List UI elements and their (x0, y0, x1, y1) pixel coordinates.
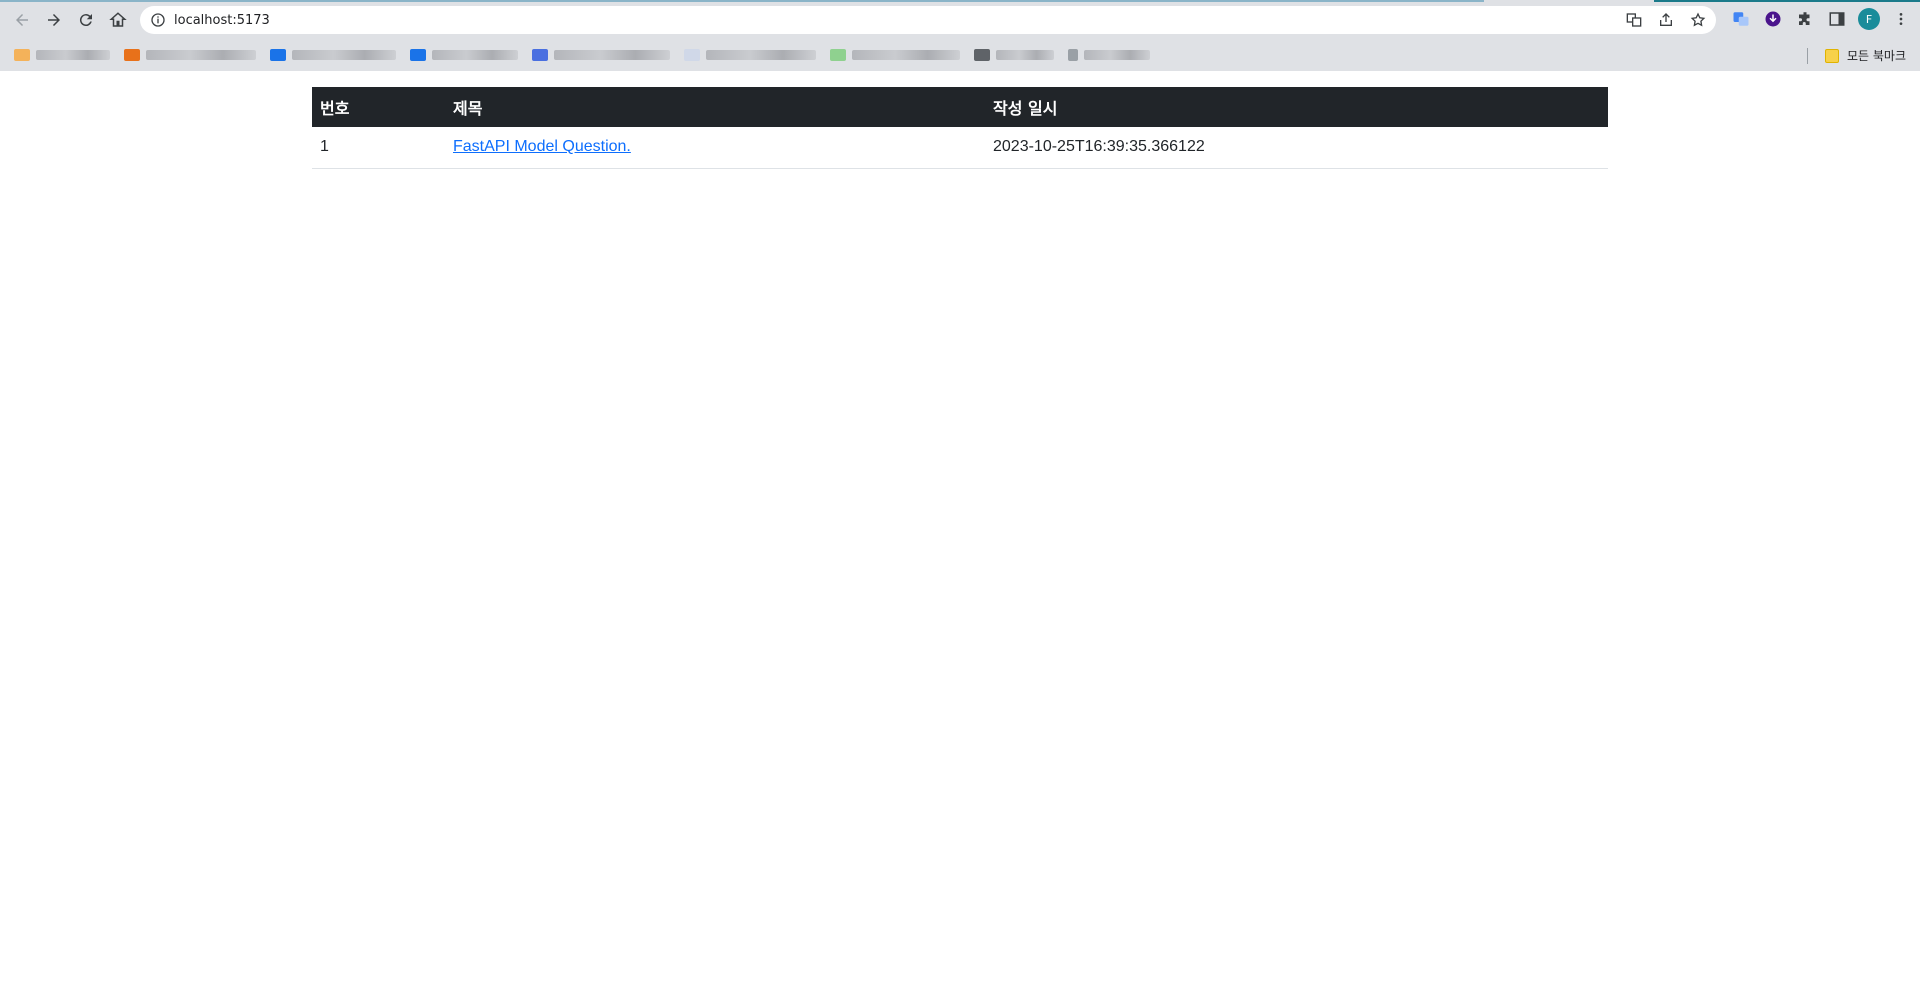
question-link[interactable]: FastAPI Model Question. (453, 138, 631, 155)
address-bar[interactable]: localhost:5173 (140, 6, 1716, 34)
home-button[interactable] (102, 4, 134, 36)
bookmark-favicon-icon (410, 49, 426, 61)
home-icon (109, 12, 127, 27)
row-number: 1 (312, 127, 445, 169)
table-row: 1 FastAPI Model Question. 2023-10-25T16:… (312, 127, 1608, 169)
forward-button[interactable] (38, 4, 70, 36)
row-title-cell: FastAPI Model Question. (445, 127, 985, 169)
header-title: 제목 (453, 99, 483, 118)
bookmark-item[interactable] (684, 48, 816, 62)
more-menu-icon[interactable] (1890, 8, 1912, 30)
back-button[interactable] (6, 4, 38, 36)
info-icon[interactable] (150, 12, 166, 28)
puzzle-extensions-icon[interactable] (1794, 8, 1816, 30)
bookmark-favicon-icon (974, 49, 990, 61)
bookmark-favicon-icon (1068, 49, 1078, 61)
side-panel-icon[interactable] (1826, 8, 1848, 30)
bookmark-item[interactable] (1068, 48, 1150, 62)
table-header: 번호 제목 작성 일시 (312, 87, 1608, 127)
browser-chrome: localhost:5173 F 모든 북마크 (0, 0, 1920, 71)
question-list-container: 번호 제목 작성 일시 1 FastAPI Model Question. 20… (312, 87, 1608, 169)
forward-arrow-icon (48, 14, 60, 26)
bookmark-favicon-icon (270, 49, 286, 61)
bookmark-label-blurred (432, 50, 518, 60)
bookmark-star-icon[interactable] (1688, 10, 1708, 30)
bookmark-label-blurred (852, 50, 960, 60)
bookmark-label-blurred (706, 50, 816, 60)
bookmarks-divider (1807, 48, 1808, 64)
row-created: 2023-10-25T16:39:35.366122 (985, 127, 1608, 169)
folder-icon (1824, 48, 1839, 63)
all-bookmarks-label: 모든 북마크 (1846, 49, 1906, 63)
bookmark-label-blurred (996, 50, 1054, 60)
address-bar-actions (1624, 10, 1708, 30)
question-table: 번호 제목 작성 일시 1 FastAPI Model Question. 20… (312, 87, 1608, 169)
share-icon[interactable] (1656, 10, 1676, 30)
bookmark-favicon-icon (532, 49, 548, 61)
browser-toolbar: localhost:5173 F (0, 2, 1920, 38)
bookmark-item[interactable] (974, 48, 1054, 62)
header-created: 작성 일시 (993, 99, 1058, 118)
bookmark-item[interactable] (532, 48, 670, 62)
bookmark-favicon-icon (14, 49, 30, 61)
table-body: 1 FastAPI Model Question. 2023-10-25T16:… (312, 127, 1608, 169)
bookmark-favicon-icon (124, 49, 140, 61)
reload-button[interactable] (70, 4, 102, 36)
bookmark-label-blurred (554, 50, 670, 60)
table-header-row: 번호 제목 작성 일시 (312, 87, 1608, 127)
bookmarks-bar: 모든 북마크 (0, 40, 1920, 70)
reload-icon (79, 14, 92, 27)
header-number: 번호 (320, 99, 350, 118)
bookmark-label-blurred (292, 50, 396, 60)
bookmark-favicon-icon (684, 49, 700, 61)
bookmark-label-blurred (146, 50, 256, 60)
back-arrow-icon (16, 14, 28, 26)
bookmark-item[interactable] (410, 48, 518, 62)
bookmark-label-blurred (1084, 50, 1150, 60)
bookmark-item[interactable] (14, 48, 110, 62)
bookmark-item[interactable] (124, 48, 256, 62)
all-bookmarks-folder[interactable]: 모든 북마크 (1824, 47, 1906, 64)
download-extension-icon[interactable] (1762, 8, 1784, 30)
translate-icon[interactable] (1624, 10, 1644, 30)
page-content: 번호 제목 작성 일시 1 FastAPI Model Question. 20… (0, 71, 1920, 996)
bookmark-favicon-icon (830, 49, 846, 61)
profile-avatar[interactable]: F (1858, 8, 1880, 30)
bookmark-label-blurred (36, 50, 110, 60)
bookmark-item[interactable] (270, 48, 396, 62)
extension-icons: F (1730, 8, 1912, 30)
url-text[interactable]: localhost:5173 (174, 13, 270, 28)
bookmark-item[interactable] (830, 48, 960, 62)
translate-extension-icon[interactable] (1730, 8, 1752, 30)
